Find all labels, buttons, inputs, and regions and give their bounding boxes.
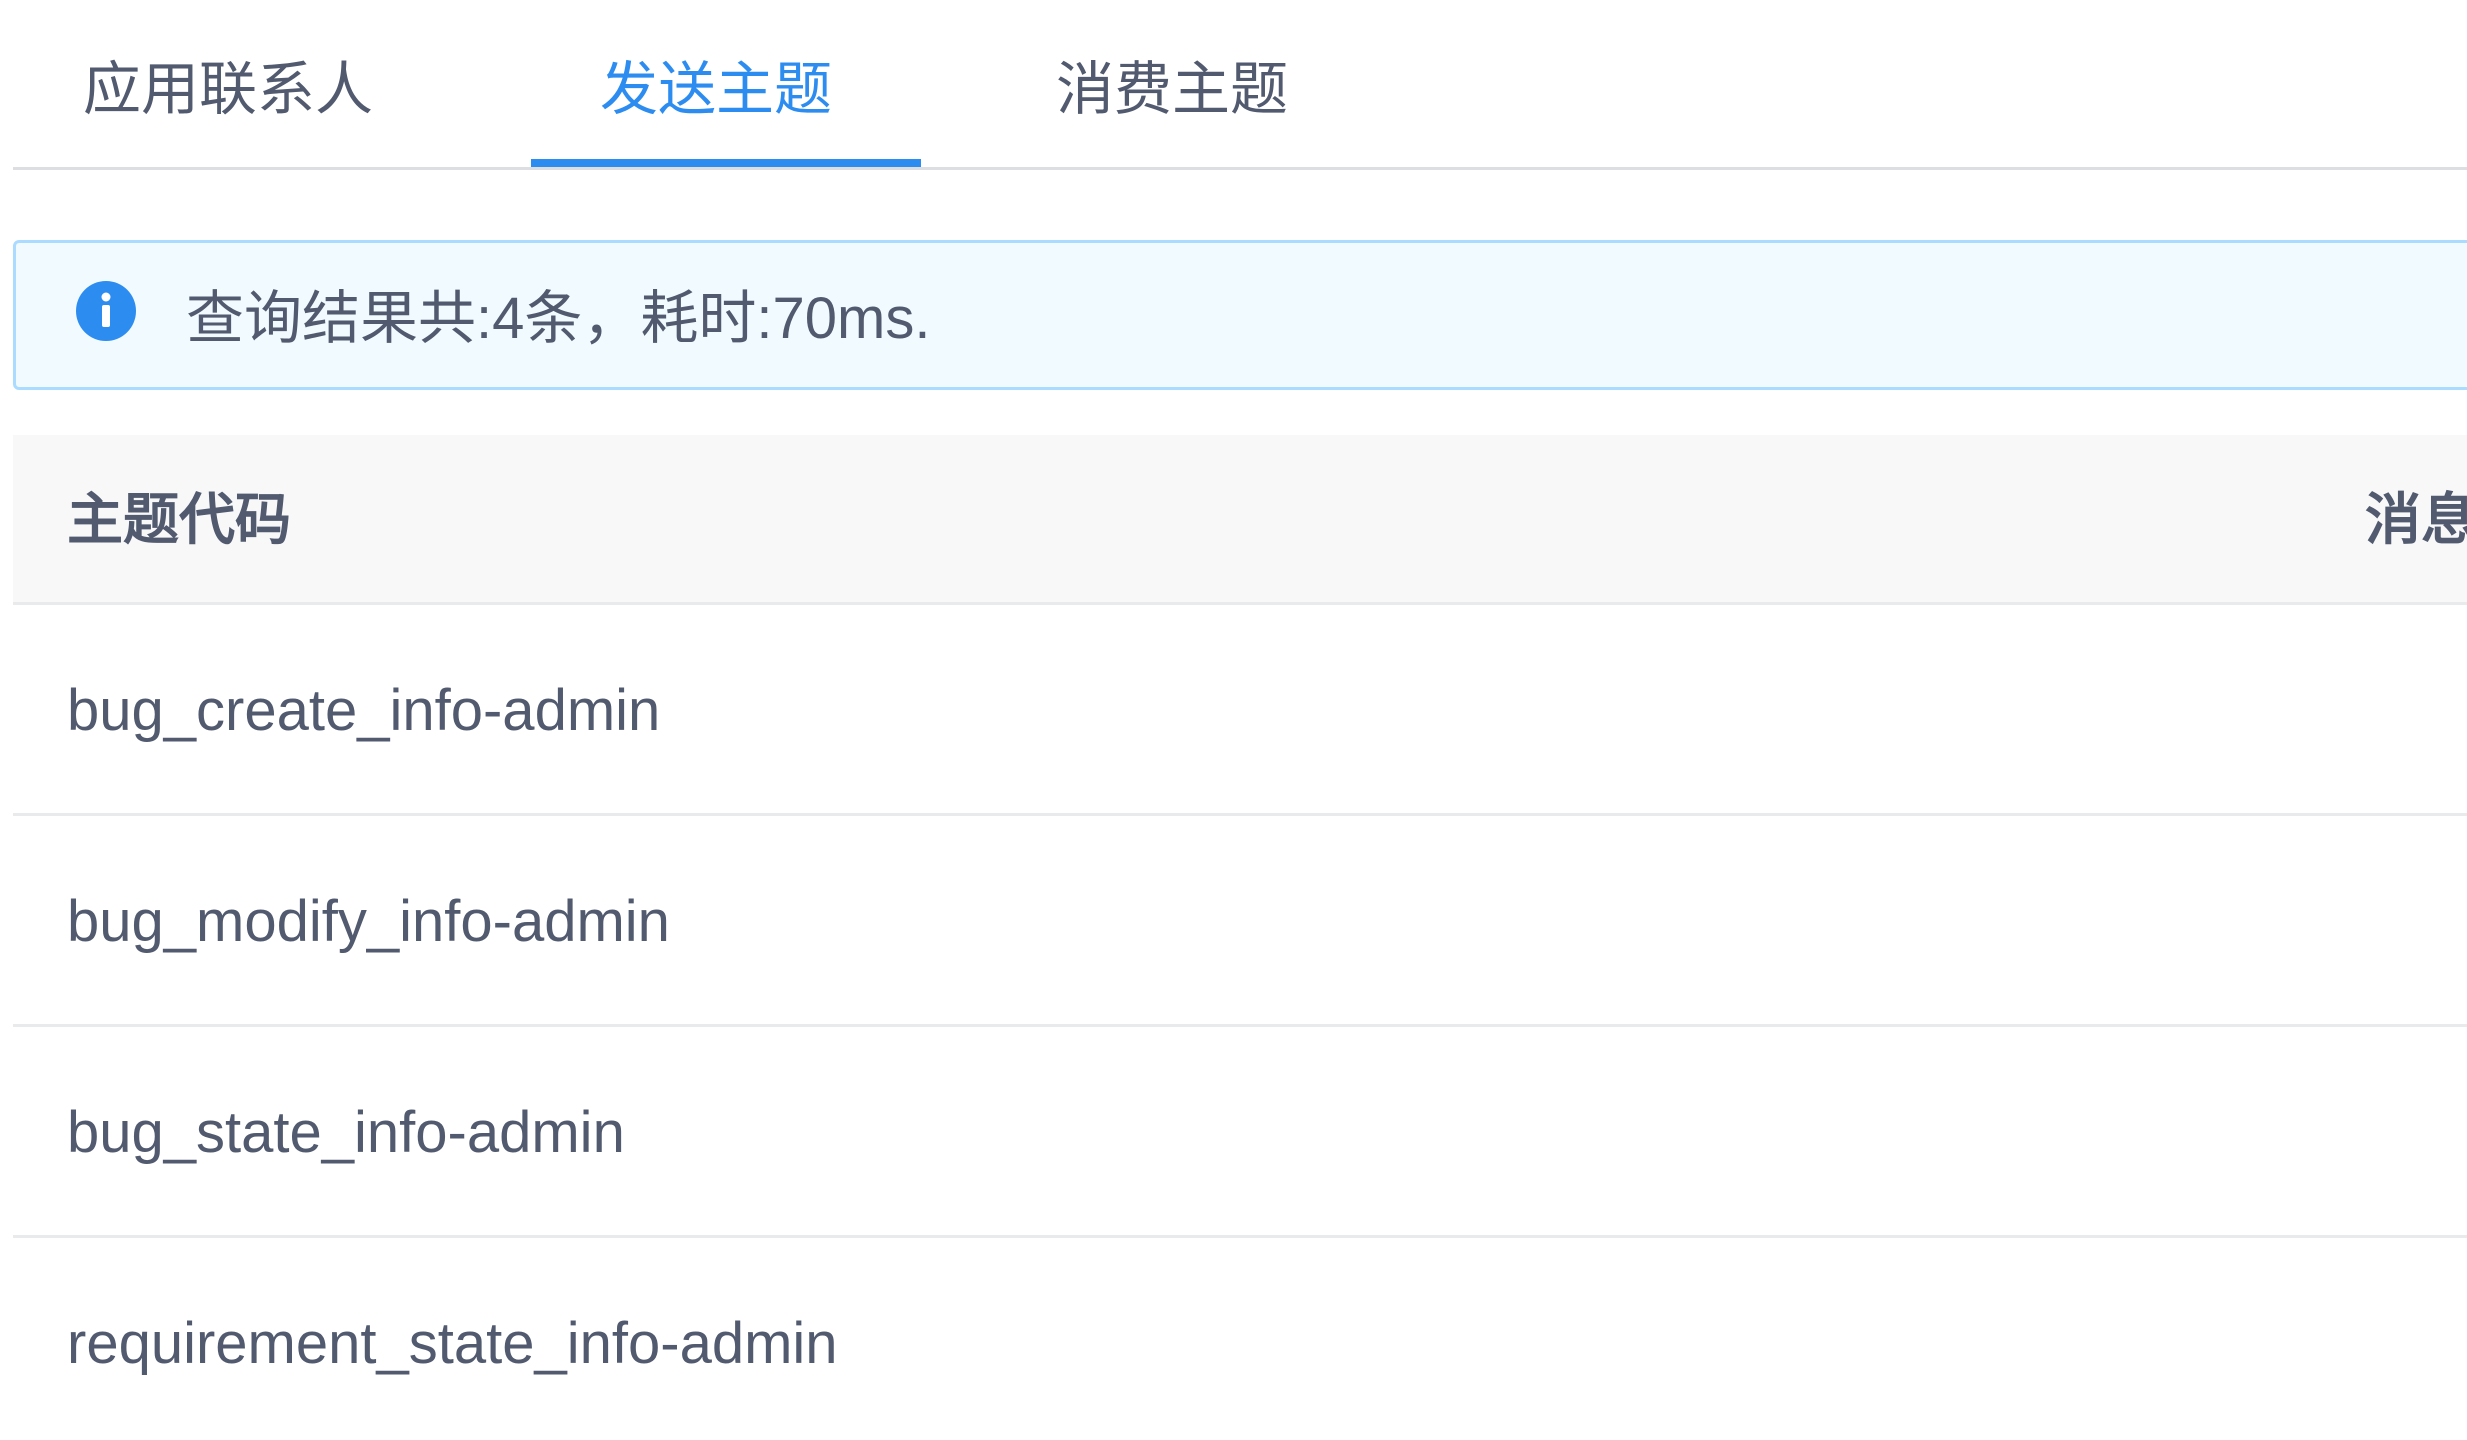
topics-table: 主题代码 消息 bug_create_info-admin bug_modify… [13,435,2467,1440]
table-row[interactable]: bug_state_info-admin [13,1027,2467,1238]
active-tab-indicator [531,159,921,167]
topic-code-cell: bug_create_info-admin [67,678,661,743]
table-header: 主题代码 消息 [13,435,2467,605]
tab-app-contacts[interactable]: 应用联系人 [83,50,373,170]
query-result-text: 查询结果共:4条，耗时:70ms. [186,286,931,351]
tab-bar: 应用联系人 发送主题 消费主题 [13,0,2467,170]
topic-code-cell: requirement_state_info-admin [67,1311,838,1376]
page: 应用联系人 发送主题 消费主题 查询结果共:4条，耗时:70ms. 主题代码 消… [0,0,2467,1440]
tab-consume-topics[interactable]: 消费主题 [1056,50,1288,170]
table-row[interactable]: bug_create_info-admin [13,605,2467,816]
table-row[interactable]: bug_modify_info-admin [13,816,2467,1027]
tab-send-topics[interactable]: 发送主题 [600,50,832,170]
topic-code-cell: bug_modify_info-admin [67,889,670,954]
info-circle-icon [76,281,136,341]
topic-code-cell: bug_state_info-admin [67,1100,625,1165]
column-header-topic-code: 主题代码 [67,488,291,551]
table-row[interactable]: requirement_state_info-admin [13,1238,2467,1440]
column-header-message: 消息 [2365,488,2467,551]
query-result-alert: 查询结果共:4条，耗时:70ms. [13,240,2467,390]
